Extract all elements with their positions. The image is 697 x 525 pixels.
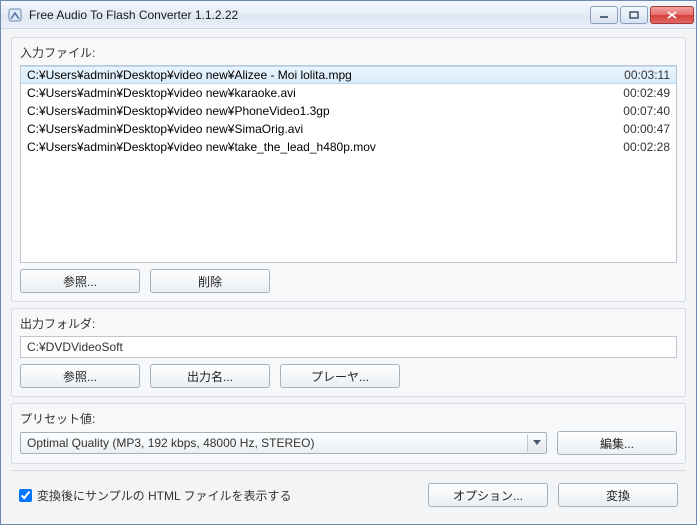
window-controls <box>590 6 694 24</box>
output-folder-section: 出力フォルダ: C:¥DVDVideoSoft 参照... 出力名... プレー… <box>11 308 686 397</box>
window-title: Free Audio To Flash Converter 1.1.2.22 <box>29 8 590 22</box>
file-duration: 00:02:28 <box>615 139 670 155</box>
show-sample-checkbox-input[interactable] <box>19 489 32 502</box>
file-duration: 00:02:49 <box>615 85 670 101</box>
file-duration: 00:00:47 <box>615 121 670 137</box>
browse-output-button[interactable]: 参照... <box>20 364 140 388</box>
file-duration: 00:07:40 <box>615 103 670 119</box>
file-path: C:¥Users¥admin¥Desktop¥video new¥SimaOri… <box>27 121 615 137</box>
titlebar: Free Audio To Flash Converter 1.1.2.22 <box>1 1 696 29</box>
client-area: 入力ファイル: C:¥Users¥admin¥Desktop¥video new… <box>1 29 696 524</box>
preset-selected-text: Optimal Quality (MP3, 192 kbps, 48000 Hz… <box>27 436 314 450</box>
convert-button[interactable]: 変換 <box>558 483 678 507</box>
file-row[interactable]: C:¥Users¥admin¥Desktop¥video new¥Alizee … <box>21 66 676 84</box>
file-path: C:¥Users¥admin¥Desktop¥video new¥PhoneVi… <box>27 103 615 119</box>
player-button[interactable]: プレーヤ... <box>280 364 400 388</box>
options-button[interactable]: オプション... <box>428 483 548 507</box>
show-sample-checkbox-label: 変換後にサンプルの HTML ファイルを表示する <box>37 487 292 504</box>
file-path: C:¥Users¥admin¥Desktop¥video new¥karaoke… <box>27 85 615 101</box>
input-files-section: 入力ファイル: C:¥Users¥admin¥Desktop¥video new… <box>11 37 686 302</box>
input-files-label: 入力ファイル: <box>20 44 677 61</box>
preset-dropdown[interactable]: Optimal Quality (MP3, 192 kbps, 48000 Hz… <box>20 432 547 454</box>
file-path: C:¥Users¥admin¥Desktop¥video new¥take_th… <box>27 139 615 155</box>
file-path: C:¥Users¥admin¥Desktop¥video new¥Alizee … <box>27 67 616 83</box>
minimize-button[interactable] <box>590 6 618 24</box>
chevron-down-icon <box>527 434 545 452</box>
delete-button[interactable]: 削除 <box>150 269 270 293</box>
main-window: Free Audio To Flash Converter 1.1.2.22 入… <box>0 0 697 525</box>
divider <box>11 470 686 471</box>
preset-section: プリセット値: Optimal Quality (MP3, 192 kbps, … <box>11 403 686 464</box>
browse-input-button[interactable]: 参照... <box>20 269 140 293</box>
output-folder-path[interactable]: C:¥DVDVideoSoft <box>20 336 677 358</box>
maximize-button[interactable] <box>620 6 648 24</box>
output-name-button[interactable]: 出力名... <box>150 364 270 388</box>
preset-label: プリセット値: <box>20 410 677 427</box>
edit-preset-button[interactable]: 編集... <box>557 431 677 455</box>
file-row[interactable]: C:¥Users¥admin¥Desktop¥video new¥take_th… <box>21 138 676 156</box>
show-sample-checkbox[interactable]: 変換後にサンプルの HTML ファイルを表示する <box>19 487 292 504</box>
output-folder-label: 出力フォルダ: <box>20 315 677 332</box>
input-file-list[interactable]: C:¥Users¥admin¥Desktop¥video new¥Alizee … <box>20 65 677 263</box>
file-duration: 00:03:11 <box>616 67 670 83</box>
bottom-bar: 変換後にサンプルの HTML ファイルを表示する オプション... 変換 <box>11 477 686 513</box>
file-row[interactable]: C:¥Users¥admin¥Desktop¥video new¥SimaOri… <box>21 120 676 138</box>
app-icon <box>7 7 23 23</box>
close-button[interactable] <box>650 6 694 24</box>
file-row[interactable]: C:¥Users¥admin¥Desktop¥video new¥karaoke… <box>21 84 676 102</box>
file-row[interactable]: C:¥Users¥admin¥Desktop¥video new¥PhoneVi… <box>21 102 676 120</box>
